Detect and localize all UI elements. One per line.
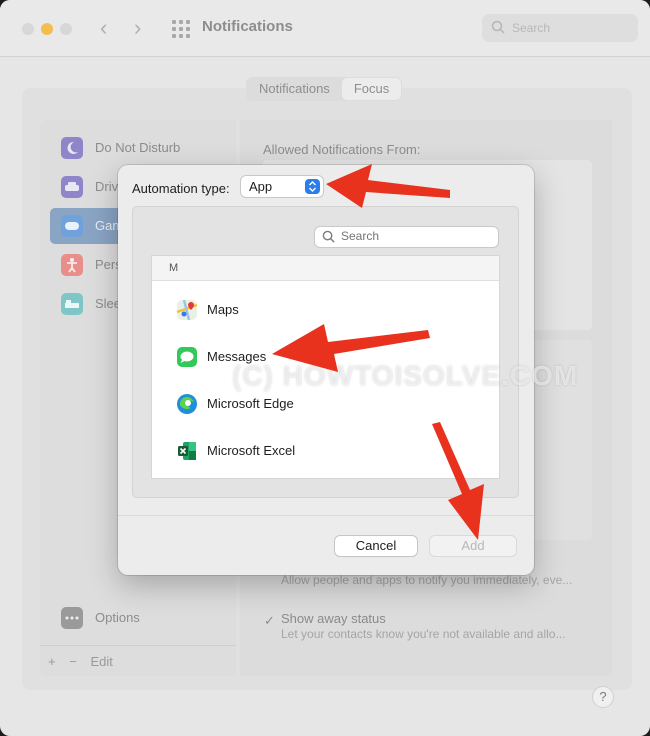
search-placeholder: Search bbox=[512, 21, 551, 35]
tab-notifications[interactable]: Notifications bbox=[247, 78, 342, 100]
automation-type-value: App bbox=[249, 179, 273, 194]
search-icon bbox=[322, 230, 335, 243]
allowed-notifications-heading: Allowed Notifications From: bbox=[263, 142, 421, 157]
chevron-updown-icon bbox=[305, 179, 320, 194]
minimize-window-button[interactable] bbox=[41, 23, 53, 35]
sidebar-divider bbox=[40, 645, 236, 646]
remove-focus-button[interactable]: − bbox=[69, 654, 77, 669]
forward-arrow-icon[interactable]: › bbox=[134, 15, 141, 41]
system-preferences-window: ‹ › Notifications Search Notifications F… bbox=[0, 0, 650, 736]
options-label: Options bbox=[95, 610, 140, 625]
gamepad-icon bbox=[61, 215, 83, 237]
title-bar: ‹ › Notifications Search bbox=[0, 0, 650, 57]
close-window-button[interactable] bbox=[22, 23, 34, 35]
app-name: Microsoft Excel bbox=[207, 443, 296, 458]
moon-icon bbox=[61, 137, 83, 159]
annotation-arrow-automation-icon bbox=[326, 164, 450, 208]
app-name: Maps bbox=[207, 302, 239, 317]
sidebar-options-button[interactable]: Options bbox=[50, 600, 236, 636]
automation-type-select[interactable]: App bbox=[241, 176, 323, 197]
list-section-header: M bbox=[152, 256, 499, 281]
messages-icon bbox=[177, 347, 197, 367]
back-arrow-icon[interactable]: ‹ bbox=[100, 15, 107, 41]
maximize-window-button[interactable] bbox=[60, 23, 72, 35]
person-icon bbox=[61, 254, 83, 276]
preferences-search-field[interactable]: Search bbox=[482, 14, 638, 42]
sidebar-item-do-not-disturb[interactable]: Do Not Disturb bbox=[50, 130, 236, 166]
sidebar-item-label: Do Not Disturb bbox=[95, 140, 181, 155]
show-away-status-label: Show away status bbox=[281, 611, 386, 626]
edge-icon bbox=[177, 394, 197, 414]
show-away-status-checkbox[interactable]: ✓ bbox=[264, 613, 276, 628]
edit-button[interactable]: Edit bbox=[90, 654, 112, 669]
maps-icon bbox=[176, 299, 198, 321]
sidebar-item-label: Driv bbox=[95, 179, 119, 194]
time-sensitive-description: Allow people and apps to notify you imme… bbox=[281, 573, 573, 587]
app-search-field[interactable] bbox=[315, 227, 498, 247]
app-name: Microsoft Edge bbox=[207, 396, 294, 411]
annotation-arrow-add-icon bbox=[432, 422, 484, 540]
annotation-arrow-messages-icon bbox=[272, 324, 430, 372]
more-icon bbox=[61, 607, 83, 629]
excel-icon bbox=[178, 442, 196, 460]
app-search-input[interactable] bbox=[341, 229, 491, 243]
sidebar-toolbar: + − Edit bbox=[48, 654, 123, 669]
bed-icon bbox=[61, 293, 83, 315]
search-icon bbox=[491, 20, 505, 34]
tab-focus[interactable]: Focus bbox=[341, 78, 402, 100]
window-title: Notifications bbox=[202, 18, 293, 35]
add-focus-button[interactable]: + bbox=[48, 654, 56, 669]
cancel-button[interactable]: Cancel bbox=[335, 536, 417, 556]
section-letter: M bbox=[169, 262, 179, 274]
show-all-grid-icon[interactable] bbox=[172, 20, 190, 38]
tab-segmented-control: Notifications Focus bbox=[246, 77, 403, 101]
help-button[interactable]: ? bbox=[592, 686, 614, 708]
automation-type-label: Automation type: bbox=[132, 181, 230, 196]
car-icon bbox=[61, 176, 83, 198]
show-away-status-description: Let your contacts know you're not availa… bbox=[281, 627, 566, 641]
